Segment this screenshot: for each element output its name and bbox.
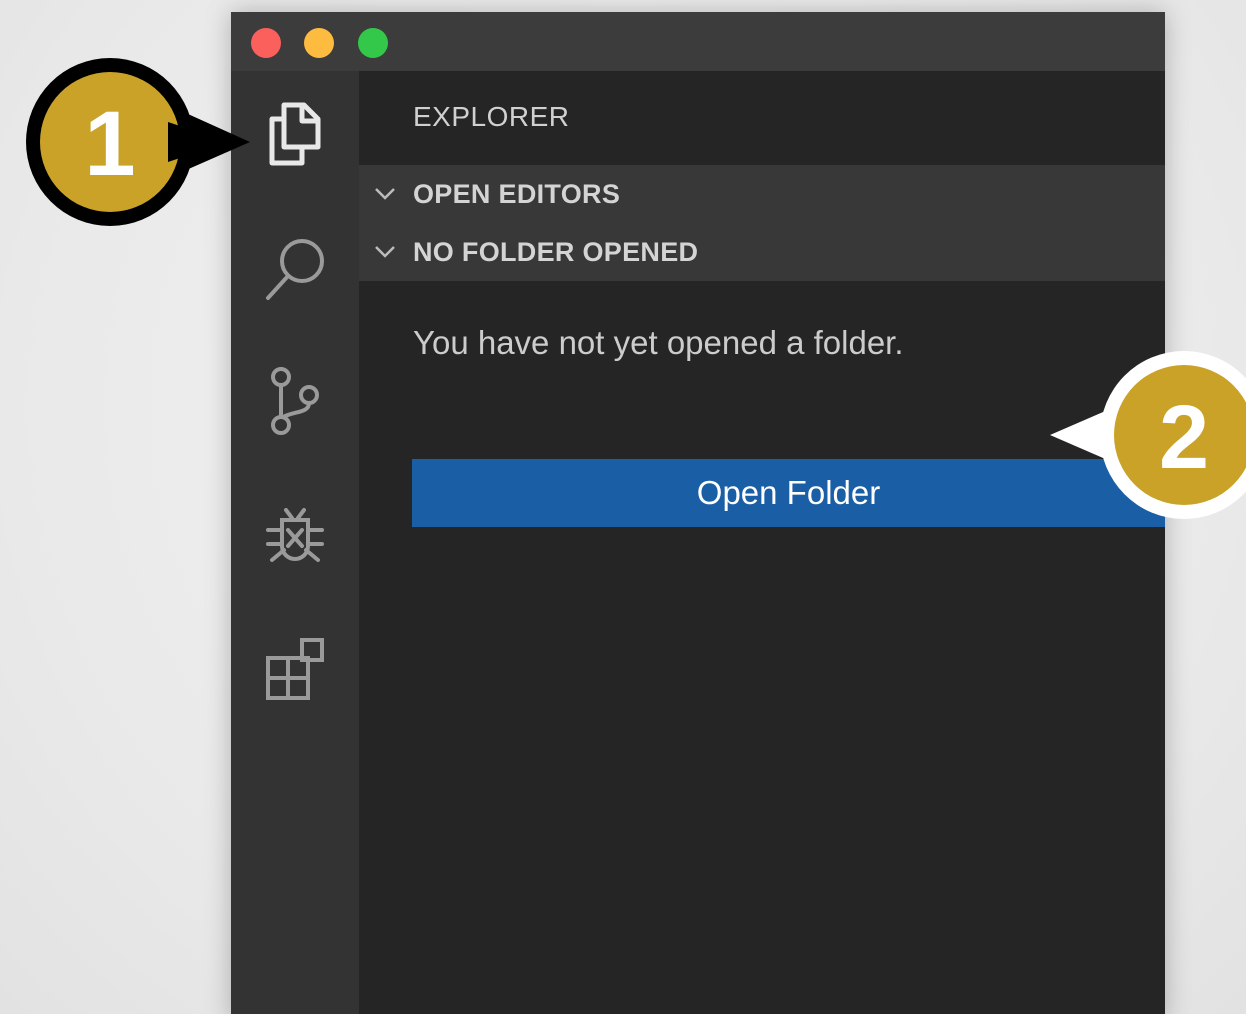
no-folder-message: You have not yet opened a folder.	[413, 324, 904, 361]
activity-bar	[231, 71, 359, 1014]
search-icon	[262, 235, 328, 303]
explorer-sidebar: EXPLORER OPEN EDITORS NO FOLDER OPENED Y…	[359, 71, 1165, 1014]
activity-extensions[interactable]	[231, 624, 359, 714]
screenshot-stage: EXPLORER OPEN EDITORS NO FOLDER OPENED Y…	[0, 0, 1246, 1014]
chevron-down-icon	[373, 241, 397, 268]
section-open-editors[interactable]: OPEN EDITORS	[359, 165, 1165, 223]
debug-icon	[262, 502, 328, 568]
title-bar	[231, 12, 1165, 71]
activity-explorer[interactable]	[231, 89, 359, 179]
callout-1-number: 1	[84, 93, 135, 195]
callout-2-number: 2	[1159, 388, 1209, 488]
chevron-down-icon	[373, 183, 397, 210]
vscode-window: EXPLORER OPEN EDITORS NO FOLDER OPENED Y…	[231, 12, 1165, 1014]
close-window-button[interactable]	[251, 28, 281, 58]
activity-search[interactable]	[231, 224, 359, 314]
files-icon	[264, 101, 326, 167]
section-label: NO FOLDER OPENED	[413, 236, 699, 267]
activity-source-control[interactable]	[231, 356, 359, 446]
extensions-icon	[262, 636, 328, 702]
open-folder-button[interactable]: Open Folder	[412, 459, 1165, 527]
sidebar-title: EXPLORER	[413, 101, 570, 132]
minimize-window-button[interactable]	[304, 28, 334, 58]
section-label: OPEN EDITORS	[413, 178, 621, 209]
section-no-folder-opened[interactable]: NO FOLDER OPENED	[359, 223, 1165, 281]
callout-1: 1	[26, 58, 250, 226]
source-control-icon	[265, 365, 325, 437]
zoom-window-button[interactable]	[358, 28, 388, 58]
activity-debug[interactable]	[231, 490, 359, 580]
